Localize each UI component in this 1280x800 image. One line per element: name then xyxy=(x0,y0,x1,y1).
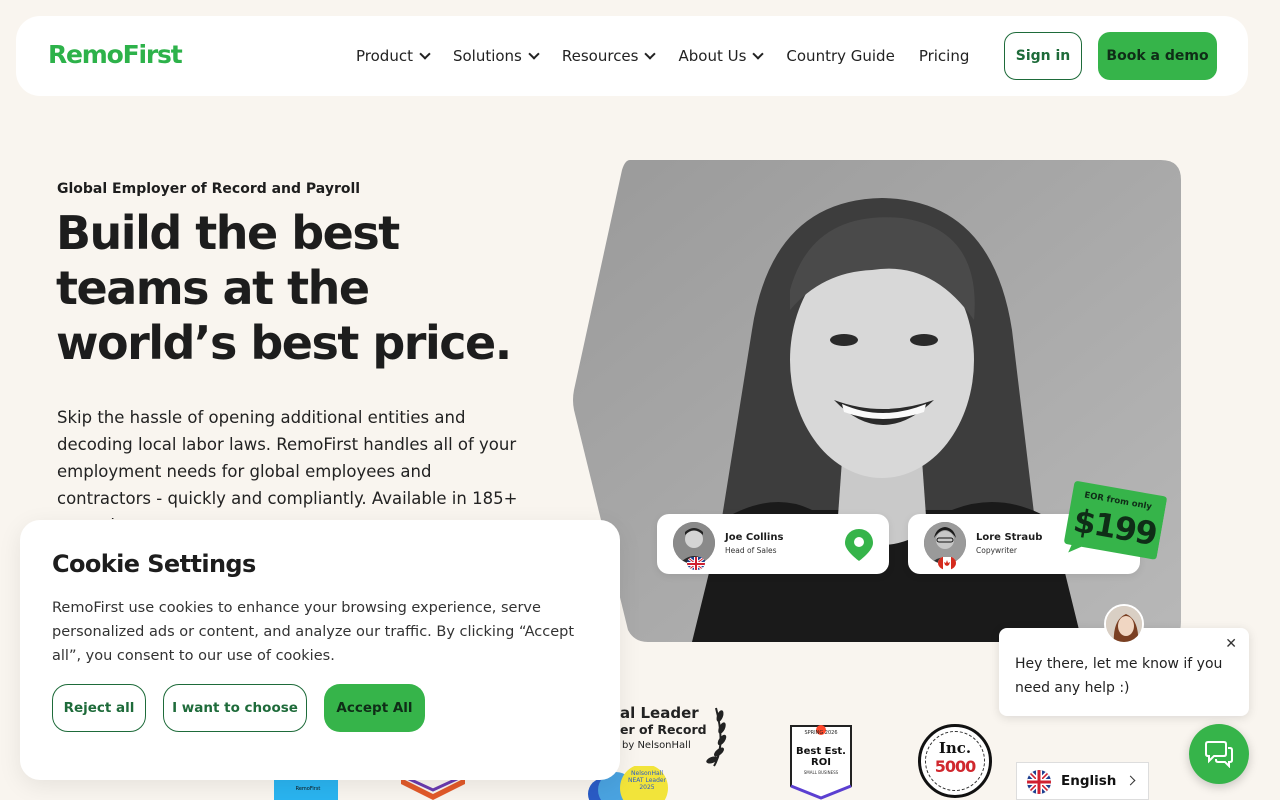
chevron-right-icon xyxy=(1125,775,1136,786)
nav-pricing-label: Pricing xyxy=(918,47,970,65)
profile-role: Head of Sales xyxy=(725,546,777,555)
choose-cookies-button[interactable]: I want to choose xyxy=(163,684,307,732)
laurel-icon xyxy=(706,707,727,767)
award-line: by NelsonHall xyxy=(622,740,691,751)
language-selector[interactable]: English xyxy=(1016,762,1149,800)
sign-in-button[interactable]: Sign in xyxy=(1004,32,1082,80)
g2-season: SPRING 2026 xyxy=(804,730,838,736)
cookie-settings-dialog: Cookie Settings RemoFirst use cookies to… xyxy=(20,520,620,780)
uk-flag-icon xyxy=(687,556,705,570)
g2-sub: SMALL BUSINESS xyxy=(803,770,839,775)
nav-solutions[interactable]: Solutions xyxy=(452,47,540,65)
nav-country-guide-label: Country Guide xyxy=(786,47,895,65)
nav-resources[interactable]: Resources xyxy=(561,47,657,65)
hero-headline: Build the best teams at the world’s best… xyxy=(56,206,512,370)
nelsonhall-award: al Leader er of Record by NelsonHall xyxy=(620,705,707,754)
g2-badge: SPRING 2026 Best Est. ROI SMALL BUSINESS xyxy=(789,724,853,800)
accept-all-button[interactable]: Accept All xyxy=(324,684,425,732)
chevron-down-icon xyxy=(528,48,540,60)
reject-all-button[interactable]: Reject all xyxy=(52,684,146,732)
location-pin-icon xyxy=(845,529,873,561)
remofirst-logo[interactable]: RemoFirst xyxy=(48,40,183,69)
inc-num: 5000 xyxy=(934,757,977,776)
cookie-body: RemoFirst use cookies to enhance your br… xyxy=(52,600,575,664)
cookie-title: Cookie Settings xyxy=(52,550,256,578)
language-label: English xyxy=(1061,773,1117,789)
nav-about-us[interactable]: About Us xyxy=(678,47,765,65)
chevron-down-icon xyxy=(752,48,765,60)
uk-flag-icon xyxy=(1027,770,1051,794)
award-line: er of Record xyxy=(620,722,707,737)
hero-eyebrow: Global Employer of Record and Payroll xyxy=(57,181,361,197)
nav-solutions-label: Solutions xyxy=(452,47,522,65)
g2-title: Best Est. ROI xyxy=(796,746,846,768)
chevron-down-icon xyxy=(419,48,431,60)
nav-product-label: Product xyxy=(356,47,413,65)
hero-subtext: Skip the hassle of opening additional en… xyxy=(57,408,518,519)
inc-top: Inc. xyxy=(938,739,972,757)
book-demo-button[interactable]: Book a demo xyxy=(1098,32,1217,80)
profile-role: Copywriter xyxy=(976,546,1017,555)
profile-card: Joe Collins Head of Sales xyxy=(657,514,889,574)
profile-name: Lore Straub xyxy=(976,532,1043,543)
nav-links: Product Solutions Resources About Us Cou… xyxy=(356,16,993,96)
nav-product[interactable]: Product xyxy=(356,47,431,65)
top-navbar: RemoFirst Product Solutions Resources Ab… xyxy=(16,16,1248,96)
chevron-down-icon xyxy=(644,48,657,60)
nav-pricing[interactable]: Pricing xyxy=(919,47,970,65)
mini-logo-text: RemoFirst xyxy=(295,786,321,792)
award-line: al Leader xyxy=(620,704,699,722)
chat-launcher-button[interactable] xyxy=(1189,724,1249,784)
canada-flag-icon xyxy=(938,556,956,570)
chevron-award-badge xyxy=(401,778,465,800)
inc5000-badge: Inc. 5000 xyxy=(918,724,992,798)
neat-label: NelsonHall NEAT Leader 2025 xyxy=(627,770,667,791)
chat-icon xyxy=(1205,741,1233,768)
nav-country-guide[interactable]: Country Guide xyxy=(786,47,894,65)
chat-agent-avatar xyxy=(1104,604,1144,644)
close-icon[interactable]: ✕ xyxy=(1225,636,1237,652)
partner-logo: RemoFirst xyxy=(274,780,338,800)
nav-resources-label: Resources xyxy=(561,47,639,65)
chat-message: Hey there, let me know if you need any h… xyxy=(1015,656,1223,696)
profile-name: Joe Collins xyxy=(725,532,784,543)
nav-about-label: About Us xyxy=(678,47,747,65)
